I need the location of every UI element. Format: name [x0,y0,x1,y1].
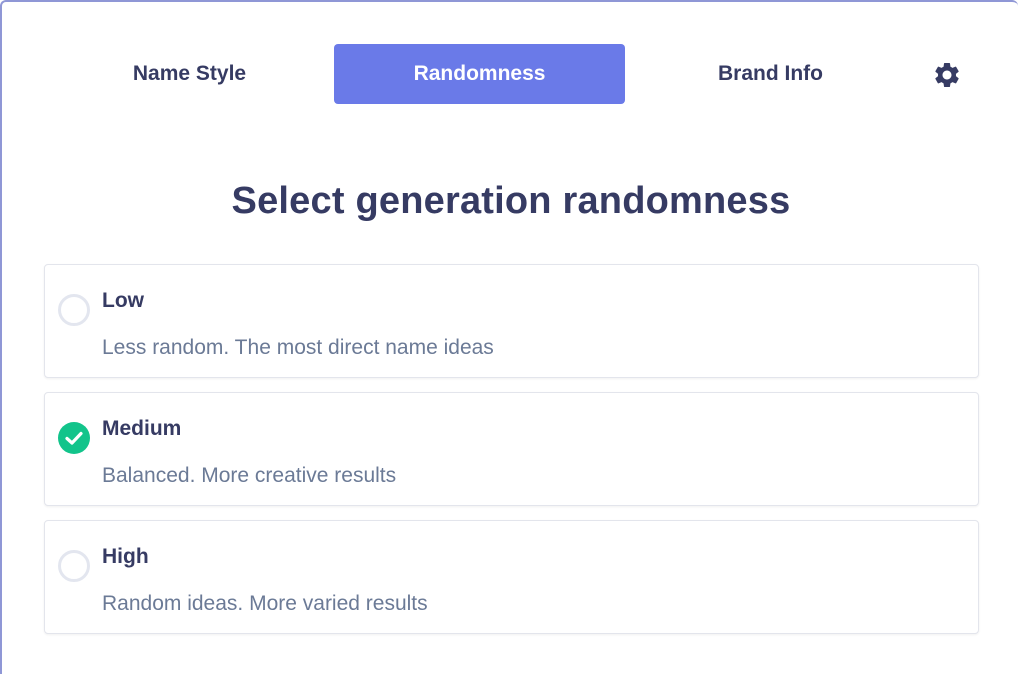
tab-randomness[interactable]: Randomness [334,44,625,104]
radio-unchecked-icon[interactable] [58,550,90,582]
tab-brand-info[interactable]: Brand Info [625,44,916,104]
tab-name-style[interactable]: Name Style [44,44,335,104]
option-title: Low [102,289,144,312]
gear-icon-graphic [935,62,959,87]
option-low[interactable]: Low Less random. The most direct name id… [44,264,979,378]
app-panel: Name Style Randomness Brand Info Select … [0,0,1018,674]
gear-icon[interactable] [932,60,962,90]
option-description: Balanced. More creative results [102,464,397,487]
option-title: Medium [102,417,182,440]
option-description: Less random. The most direct name ideas [102,336,494,359]
option-description: Random ideas. More varied results [102,592,428,615]
checkmark-icon [65,431,83,445]
option-title: High [102,545,149,568]
tab-bar: Name Style Randomness Brand Info [44,44,979,104]
radio-unchecked-icon[interactable] [58,294,90,326]
option-high[interactable]: High Random ideas. More varied results [44,520,979,634]
page-title: Select generation randomness [231,180,791,222]
option-medium[interactable]: Medium Balanced. More creative results [44,392,979,506]
check-circle-icon[interactable] [58,422,90,454]
